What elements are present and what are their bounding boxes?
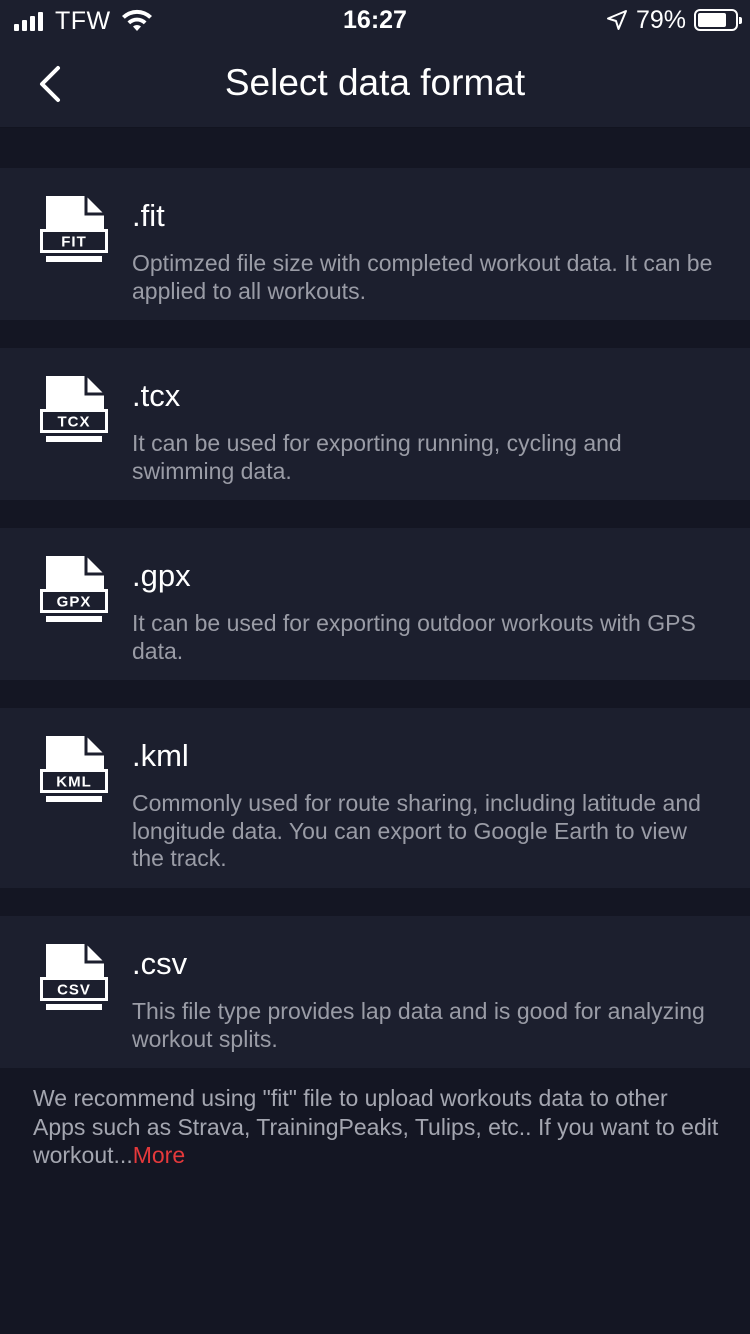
format-title-fit: .fit bbox=[132, 198, 165, 233]
tcx-icon-label: TCX bbox=[58, 414, 91, 431]
format-description-tcx: It can be used for exporting running, cy… bbox=[132, 430, 622, 484]
fit-icon-label: FIT bbox=[61, 234, 87, 251]
kml-icon-label: KML bbox=[56, 774, 92, 791]
screen: TFW 16:27 79% Select data format FIT .fi… bbox=[0, 0, 750, 1334]
recommendation-note: We recommend using "fit" file to upload … bbox=[33, 1084, 723, 1170]
format-option-gpx[interactable]: GPX .gpx It can be used for exporting ou… bbox=[0, 528, 750, 680]
battery-percent: 79% bbox=[635, 5, 686, 34]
format-option-fit[interactable]: FIT .fit Optimzed file size with complet… bbox=[0, 168, 750, 320]
format-option-tcx[interactable]: TCX .tcx It can be used for exporting ru… bbox=[0, 348, 750, 500]
status-right: 79% bbox=[606, 5, 742, 34]
csv-file-icon: CSV bbox=[40, 944, 108, 1010]
battery-nub bbox=[739, 17, 742, 24]
format-option-kml[interactable]: KML .kml Commonly used for route sharing… bbox=[0, 708, 750, 888]
format-option-csv[interactable]: CSV .csv This file type provides lap dat… bbox=[0, 916, 750, 1068]
gpx-icon-label: GPX bbox=[57, 594, 92, 611]
battery-fill bbox=[698, 13, 727, 27]
format-title-tcx: .tcx bbox=[132, 378, 181, 413]
format-title-kml: .kml bbox=[132, 738, 189, 773]
format-description-csv: This file type provides lap data and is … bbox=[132, 998, 705, 1052]
gpx-file-icon: GPX bbox=[40, 556, 108, 622]
fit-file-icon: FIT bbox=[40, 196, 108, 262]
battery-icon bbox=[694, 9, 742, 31]
tcx-file-icon: TCX bbox=[40, 376, 108, 442]
format-description-fit: Optimzed file size with completed workou… bbox=[132, 250, 713, 304]
format-title-gpx: .gpx bbox=[132, 558, 191, 593]
csv-icon-label: CSV bbox=[57, 982, 91, 999]
location-arrow-icon bbox=[606, 10, 627, 30]
nav-bar: Select data format bbox=[0, 40, 750, 128]
format-description-gpx: It can be used for exporting outdoor wor… bbox=[132, 610, 696, 664]
status-bar: TFW 16:27 79% bbox=[0, 0, 750, 40]
kml-file-icon: KML bbox=[40, 736, 108, 802]
format-title-csv: .csv bbox=[132, 946, 188, 981]
page-title: Select data format bbox=[224, 62, 526, 103]
more-link[interactable]: More bbox=[133, 1142, 185, 1168]
format-description-kml: Commonly used for route sharing, includi… bbox=[132, 790, 701, 871]
